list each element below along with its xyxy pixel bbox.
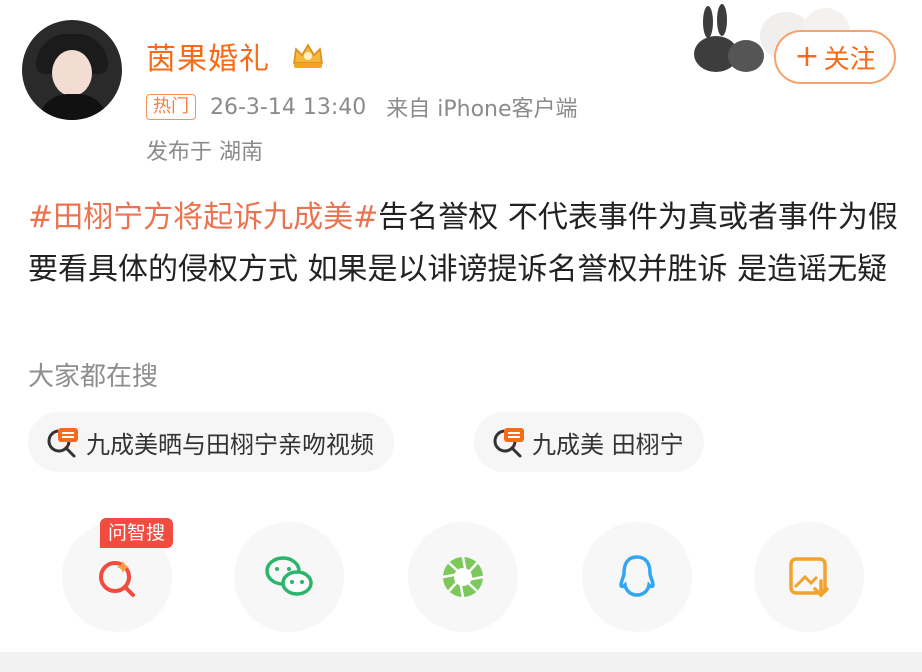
- follow-label: 关注: [823, 44, 876, 75]
- hot-badge: 热门: [146, 94, 196, 120]
- search-chip-label: 九成美晒与田栩宁亲吻视频: [86, 430, 374, 459]
- post-location: 发布于 湖南: [146, 140, 263, 165]
- avatar[interactable]: [22, 20, 122, 120]
- post-source: 来自 iPhone客户端: [386, 97, 578, 122]
- plus-icon: +: [794, 39, 820, 74]
- avatar-face: [52, 50, 92, 96]
- ai-search-tag: 问智搜: [100, 518, 174, 548]
- ai-search-icon: [99, 561, 135, 597]
- username[interactable]: 茵果婚礼: [146, 34, 270, 78]
- follow-button[interactable]: + 关注: [774, 30, 896, 84]
- wechat-icon: [265, 556, 313, 596]
- avatar-body: [38, 94, 108, 120]
- wechat-share-button[interactable]: [234, 522, 344, 632]
- moments-share-button[interactable]: [408, 522, 518, 632]
- qq-share-button[interactable]: [582, 522, 692, 632]
- post-meta: 热门 26-3-14 13:40 来自 iPhone客户端: [146, 92, 578, 122]
- post-time: 26-3-14 13:40: [210, 94, 367, 120]
- crown-badge-icon[interactable]: [290, 41, 326, 71]
- search-chip[interactable]: 九成美 田栩宁: [474, 412, 704, 472]
- save-image-button[interactable]: [754, 522, 864, 632]
- post-text: #田栩宁方将起诉九成美#告名誉权 不代表事件为真或者事件为假 要看具体的侵权方式…: [28, 192, 898, 296]
- search-chip-label: 九成美 田栩宁: [532, 430, 684, 459]
- qq-icon: [619, 555, 655, 597]
- search-section-title: 大家都在搜: [28, 362, 159, 392]
- moments-icon: [442, 556, 484, 598]
- search-chip[interactable]: 九成美晒与田栩宁亲吻视频: [28, 412, 394, 472]
- bottom-divider: [0, 652, 922, 672]
- hot-search-icon: [493, 428, 524, 458]
- save-image-icon: [789, 557, 829, 598]
- hashtag-link[interactable]: #田栩宁方将起诉九成美#: [28, 200, 378, 235]
- hot-search-icon: [47, 428, 78, 458]
